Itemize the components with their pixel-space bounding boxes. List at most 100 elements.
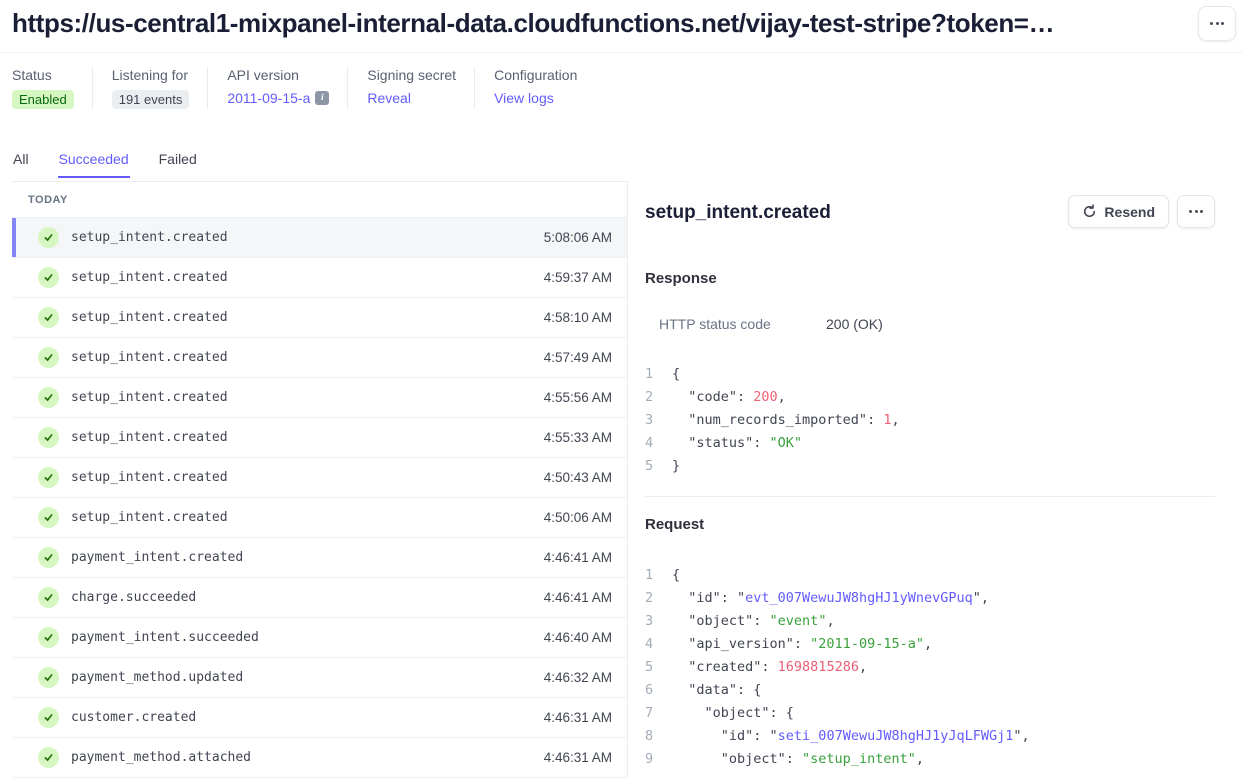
event-time: 4:50:43 AM [544,470,612,485]
check-circle-icon [38,347,59,368]
event-name: setup_intent.created [71,430,228,445]
event-list-item[interactable]: customer.created4:46:31 AM [12,698,627,738]
event-list-item[interactable]: payment_intent.succeeded4:46:40 AM [12,618,627,658]
header-more-button[interactable] [1198,6,1236,41]
code-text: "id": "seti_007WewuJW8hgHJ1yJqLFWGj1", [672,725,1030,748]
resend-button[interactable]: Resend [1068,195,1169,228]
ellipsis-icon [1210,22,1213,25]
code-line: 5} [645,455,1215,478]
event-time: 4:46:41 AM [544,550,612,565]
code-line: 3 "num_records_imported": 1, [645,409,1215,432]
check-circle-icon [38,267,59,288]
event-list-item[interactable]: setup_intent.created5:08:06 AM [12,218,627,258]
event-list-item[interactable]: payment_method.attached4:46:31 AM [12,738,627,778]
code-text: "status": "OK" [672,432,802,455]
event-name: customer.created [71,710,196,725]
line-number: 9 [645,748,653,771]
event-list-item[interactable]: setup_intent.created 4:50:43 AM [12,458,627,498]
event-name: payment_intent.created [71,550,243,565]
line-number: 3 [645,409,653,432]
stat-value: Reveal [367,90,456,106]
event-list-item[interactable]: setup_intent.created 4:57:49 AM [12,338,627,378]
event-list-item[interactable]: payment_method.updated4:46:32 AM [12,658,627,698]
check-circle-icon [38,427,59,448]
event-time: 4:55:33 AM [544,430,612,445]
line-number: 2 [645,386,653,409]
event-list-item[interactable]: setup_intent.created4:50:06 AM [12,498,627,538]
status-badge: 191 events [112,90,190,109]
event-time: 4:55:56 AM [544,390,612,405]
event-name: charge.succeeded [71,590,196,605]
event-name: payment_method.updated [71,670,243,685]
stat-value: View logs [494,90,577,106]
event-list-item[interactable]: setup_intent.created4:59:37 AM [12,258,627,298]
stat-label: API version [227,67,329,83]
stat-value: 191 events [112,90,190,109]
check-circle-icon [38,227,59,248]
event-list-item[interactable]: setup_intent.created4:55:56 AM [12,378,627,418]
check-circle-icon [38,707,59,728]
event-name: setup_intent.created [71,270,228,285]
stat-label: Configuration [494,67,577,83]
code-text: "num_records_imported": 1, [672,409,900,432]
refresh-icon [1082,204,1097,219]
check-circle-icon [38,547,59,568]
stat-link-signing-secret[interactable]: Reveal [367,90,411,106]
check-circle-icon [38,627,59,648]
stat-configuration: Configuration View logs [494,67,595,109]
line-number: 1 [645,363,653,386]
stat-value: Enabled [12,90,74,109]
event-detail-pane: setup_intent.created Resend Response HTT… [645,195,1215,778]
tab-failed[interactable]: Failed [158,151,198,178]
event-name: setup_intent.created [71,470,228,485]
event-name: payment_intent.succeeded [71,630,259,645]
code-line: 3 "object": "event", [645,610,1215,633]
stat-api-version: API version 2011-09-15-a i [227,67,348,109]
event-list-item[interactable]: payment_intent.created 4:46:41 AM [12,538,627,578]
line-number: 3 [645,610,653,633]
code-text: "code": 200, [672,386,786,409]
code-text: "created": 1698815286, [672,656,867,679]
line-number: 4 [645,432,653,455]
event-list-pane: TODAY setup_intent.created5:08:06 AMsetu… [12,181,628,778]
event-name: payment_method.attached [71,750,251,765]
event-rows: setup_intent.created5:08:06 AMsetup_inte… [12,218,627,778]
http-status-value: 200 (OK) [826,316,883,332]
line-number: 6 [645,679,653,702]
event-list-item[interactable]: setup_intent.created 4:55:33 AM [12,418,627,458]
code-text: "api_version": "2011-09-15-a", [672,633,932,656]
detail-more-button[interactable] [1177,195,1215,228]
tab-succeeded[interactable]: Succeeded [58,151,130,178]
event-list-item[interactable]: charge.succeeded 4:46:41 AM [12,578,627,618]
check-circle-icon [38,667,59,688]
check-circle-icon [38,387,59,408]
info-icon: i [315,91,329,105]
stat-signing-secret: Signing secretReveal [367,67,475,109]
line-number: 8 [645,725,653,748]
code-text: { [672,363,680,386]
check-circle-icon [38,587,59,608]
check-circle-icon [38,307,59,328]
code-line: 8 "id": "seti_007WewuJW8hgHJ1yJqLFWGj1", [645,725,1215,748]
code-line: 4 "status": "OK" [645,432,1215,455]
stat-link-configuration[interactable]: View logs [494,90,554,106]
check-circle-icon [38,747,59,768]
event-name: setup_intent.created [71,310,228,325]
event-name: setup_intent.created [71,350,228,365]
stat-listening-for: Listening for191 events [112,67,209,109]
stat-link-api-version[interactable]: 2011-09-15-a [227,90,310,106]
line-number: 1 [645,564,653,587]
event-list-item[interactable]: setup_intent.created4:58:10 AM [12,298,627,338]
response-section-heading: Response [645,270,1215,287]
check-circle-icon [38,507,59,528]
endpoint-stats-row: Status Enabled Listening for191 events API … [12,67,614,109]
resend-button-label: Resend [1104,204,1155,220]
line-number: 5 [645,455,653,478]
tab-all[interactable]: All [12,151,30,178]
event-time: 4:46:41 AM [544,590,612,605]
event-time: 4:57:49 AM [544,350,612,365]
code-text: "object": "setup_intent", [672,748,924,771]
stat-label: Status [12,67,74,83]
code-text: } [672,455,680,478]
ellipsis-icon [1189,210,1192,213]
